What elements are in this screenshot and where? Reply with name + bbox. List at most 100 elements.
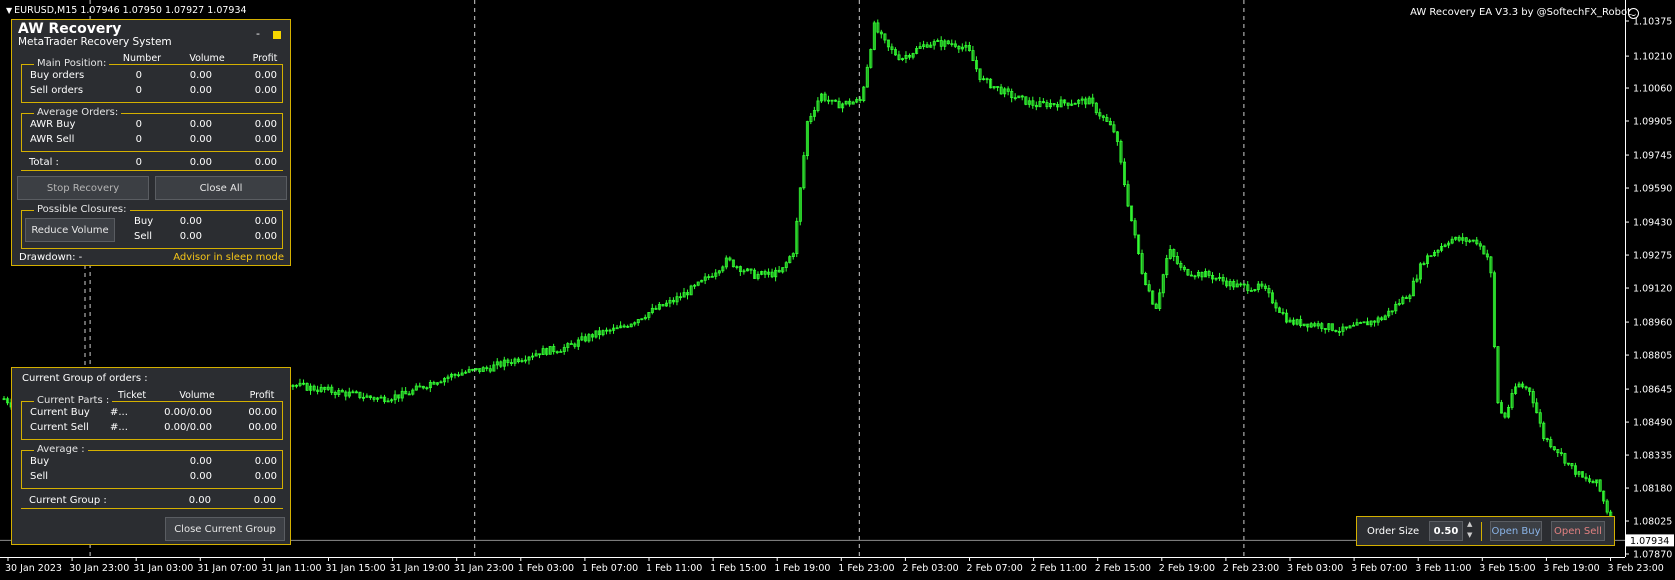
row-volume: 0.00/0.00 xyxy=(164,422,212,433)
current-group-panel: Current Group of orders : Ticket Volume … xyxy=(11,367,291,545)
open-buy-button[interactable]: Open Buy xyxy=(1490,521,1542,541)
column-number: Number xyxy=(122,53,162,64)
row-profit: 0.00 xyxy=(254,134,277,145)
average-title: Average : xyxy=(34,444,88,456)
column-profit: Profit xyxy=(252,53,278,64)
average-orders-title: Average Orders: xyxy=(34,107,122,119)
price-tick-label: 1.09905 xyxy=(1633,117,1672,128)
current-group-label: Current Group : xyxy=(29,495,107,506)
time-tick-label: 1 Feb 23:00 xyxy=(838,563,894,574)
time-tick-label: 2 Feb 15:00 xyxy=(1095,563,1151,574)
price-tick-label: 1.09745 xyxy=(1633,151,1672,162)
panel-indicator[interactable] xyxy=(273,31,281,39)
row-profit: 0.00 xyxy=(254,70,277,81)
order-size-input[interactable]: 0.50 xyxy=(1429,521,1463,541)
row-label: Sell xyxy=(134,231,153,242)
price-tick-label: 1.08960 xyxy=(1633,318,1672,329)
time-tick-label: 31 Jan 03:00 xyxy=(133,563,193,574)
row-label: Buy orders xyxy=(30,70,85,81)
current-group-profit: 0.00 xyxy=(253,495,276,506)
panel-title: AW Recovery xyxy=(18,21,122,37)
total-label: Total : xyxy=(29,157,59,168)
row-label: Sell xyxy=(30,471,49,482)
price-tick-label: 1.10210 xyxy=(1633,52,1672,63)
price-tick-label: 1.09590 xyxy=(1633,184,1672,195)
row-volume: 0.00 xyxy=(189,70,212,81)
panel-subtitle: MetaTrader Recovery System xyxy=(18,36,172,48)
price-tick-label: 1.07870 xyxy=(1633,550,1672,561)
column-volume: Volume xyxy=(189,53,225,64)
time-tick-label: 1 Feb 03:00 xyxy=(518,563,574,574)
time-tick-label: 1 Feb 19:00 xyxy=(774,563,830,574)
time-tick-label: 2 Feb 03:00 xyxy=(902,563,958,574)
row-ticket: #... xyxy=(110,407,128,418)
time-tick-label: 2 Feb 19:00 xyxy=(1159,563,1215,574)
price-tick-label: 1.09275 xyxy=(1633,251,1672,262)
row-volume: 0.00 xyxy=(189,471,212,482)
price-tick-label: 1.09430 xyxy=(1633,218,1672,229)
divider xyxy=(21,170,283,171)
open-sell-button[interactable]: Open Sell xyxy=(1551,521,1605,541)
time-tick-label: 31 Jan 23:00 xyxy=(454,563,514,574)
time-tick-label: 2 Feb 11:00 xyxy=(1031,563,1087,574)
time-tick-label: 3 Feb 23:00 xyxy=(1608,563,1664,574)
arrow-up-icon[interactable]: ▲ xyxy=(1467,520,1472,528)
order-size-stepper[interactable]: ▲ ▼ xyxy=(1467,520,1472,539)
time-tick-label: 2 Feb 23:00 xyxy=(1223,563,1279,574)
row-profit: 0.00 xyxy=(254,216,277,227)
current-price-label: 1.07934 xyxy=(1630,536,1669,547)
candle-body xyxy=(559,351,563,353)
current-parts-group: Current Parts : Current Buy #... 0.00/0.… xyxy=(21,395,283,440)
row-volume: 0.00 xyxy=(189,119,212,130)
row-volume: 0.00/0.00 xyxy=(164,407,212,418)
close-all-button[interactable]: Close All xyxy=(155,176,287,200)
drawdown-text: Drawdown: - xyxy=(19,252,83,263)
row-label: AWR Buy xyxy=(30,119,76,130)
divider xyxy=(21,508,283,509)
stop-recovery-button[interactable]: Stop Recovery xyxy=(17,176,149,200)
time-tick-label: 1 Feb 07:00 xyxy=(582,563,638,574)
divider xyxy=(1481,522,1482,541)
status-text: Advisor in sleep mode xyxy=(173,252,284,263)
price-tick-label: 1.08025 xyxy=(1633,517,1672,528)
current-parts-title: Current Parts : xyxy=(34,395,113,407)
row-label: AWR Sell xyxy=(30,134,75,145)
total-number: 0 xyxy=(135,157,142,168)
price-tick-label: 1.10375 xyxy=(1633,17,1672,28)
possible-closures-group: Possible Closures: Reduce Volume Buy 0.0… xyxy=(21,204,283,249)
main-position-group: Main Position: Buy orders 0 0.00 0.00 Se… xyxy=(21,58,283,103)
row-number: 0 xyxy=(135,85,142,96)
total-volume: 0.00 xyxy=(189,157,212,168)
time-tick-label: 31 Jan 07:00 xyxy=(197,563,257,574)
candle-body xyxy=(569,343,573,345)
time-tick-label: 30 Jan 23:00 xyxy=(69,563,129,574)
row-label: Buy xyxy=(134,216,154,227)
time-tick-label: 3 Feb 07:00 xyxy=(1351,563,1407,574)
column-ticket: Ticket xyxy=(117,390,147,401)
candle-body xyxy=(1429,255,1433,258)
arrow-down-icon[interactable]: ▼ xyxy=(1467,531,1472,539)
current-group-volume: 0.00 xyxy=(188,495,211,506)
row-profit: 0.00 xyxy=(254,456,277,467)
close-current-group-button[interactable]: Close Current Group xyxy=(165,517,285,541)
time-tick-label: 2 Feb 07:00 xyxy=(967,563,1023,574)
time-tick-label: 3 Feb 19:00 xyxy=(1543,563,1599,574)
time-tick-label: 31 Jan 11:00 xyxy=(261,563,321,574)
time-tick-label: 30 Jan 2023 xyxy=(5,563,62,574)
row-volume: 0.00 xyxy=(179,216,202,227)
price-tick-label: 1.10060 xyxy=(1633,84,1672,95)
row-profit: 00.00 xyxy=(248,422,277,433)
minimize-button[interactable]: - xyxy=(256,27,260,40)
time-tick-label: 31 Jan 19:00 xyxy=(390,563,450,574)
row-volume: 0.00 xyxy=(179,231,202,242)
price-tick-label: 1.08805 xyxy=(1633,351,1672,362)
time-tick-label: 1 Feb 15:00 xyxy=(710,563,766,574)
main-position-title: Main Position: xyxy=(34,58,110,70)
row-label: Sell orders xyxy=(30,85,84,96)
average-group: Average : Buy 0.00 0.00 Sell 0.00 0.00 xyxy=(21,444,283,489)
row-profit: 0.00 xyxy=(254,85,277,96)
symbol-info: ▼ EURUSD,M15 1.07946 1.07950 1.07927 1.07… xyxy=(6,5,247,16)
row-volume: 0.00 xyxy=(189,85,212,96)
row-label: Buy xyxy=(30,456,50,467)
reduce-volume-button[interactable]: Reduce Volume xyxy=(25,218,115,242)
